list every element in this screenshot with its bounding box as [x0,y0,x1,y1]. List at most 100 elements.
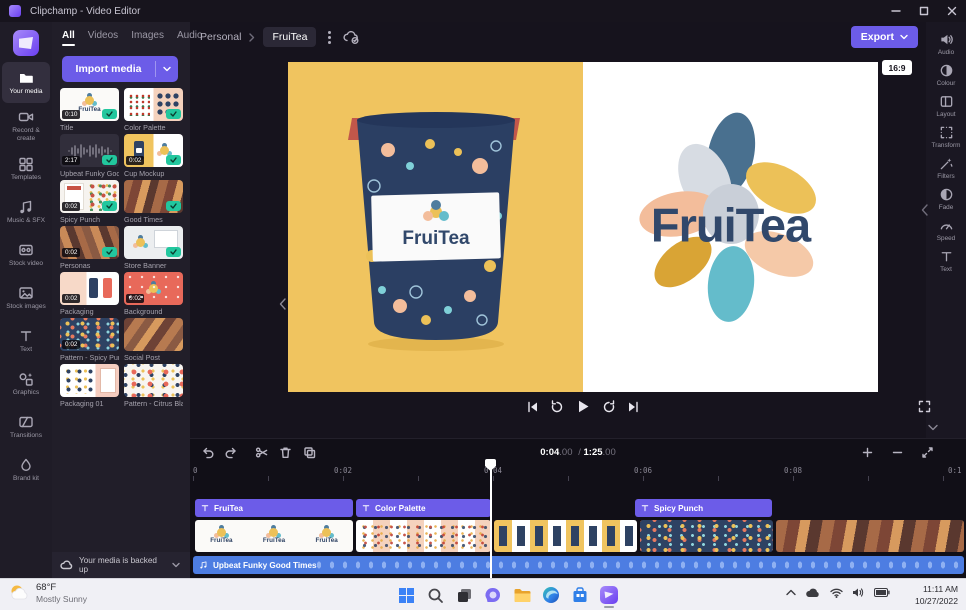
media-thumbnail[interactable]: 0:02 [60,226,119,259]
media-item-cup-mockup: 0:02 Cup Mockup [124,134,183,180]
zoom-out-button[interactable] [888,443,906,461]
text-clip-spicy-punch[interactable]: Spicy Punch [635,499,772,517]
zoom-in-button[interactable] [858,443,876,461]
taskbar-clock[interactable]: 11:11 AM 10/27/2022 [915,583,958,607]
properties-item-fade[interactable]: Fade [926,187,966,211]
video-clip-cup-mockup[interactable] [494,520,637,552]
video-clip-color-palette[interactable] [356,520,491,552]
media-thumbnail[interactable] [60,364,119,397]
properties-item-colour[interactable]: Colour [926,63,966,87]
rewind-one-second-button[interactable] [551,400,564,413]
text-clip-fruitea[interactable]: FruiTea [195,499,353,517]
sidebar-item-graphics[interactable]: Graphics [2,363,50,404]
sidebar-item-text[interactable]: Text [2,320,50,361]
backup-status-bar[interactable]: Your media is backed up [52,552,190,578]
timeline-time-display: 0:04.00 / 1:25.00 [540,447,615,458]
media-thumbnail[interactable] [124,364,183,397]
aspect-ratio-badge[interactable]: 16:9 [882,60,912,75]
media-thumbnail[interactable]: 2:17 [60,134,119,167]
media-thumbnail[interactable] [124,318,183,351]
wifi-icon[interactable] [830,588,843,598]
redo-button[interactable] [222,443,240,461]
delete-button[interactable] [276,443,294,461]
more-options-icon[interactable] [328,36,331,39]
edge-browser-button[interactable] [539,582,563,608]
collapse-media-panel-handle[interactable] [279,298,286,310]
media-thumbnail[interactable] [124,88,183,121]
microsoft-store-button[interactable] [568,582,592,608]
media-thumbnail[interactable]: 0:02 [60,272,119,305]
properties-item-audio[interactable]: Audio [926,32,966,56]
sidebar-item-your-media[interactable]: Your media [2,62,50,103]
duration-badge: 0:10 [62,110,80,119]
battery-icon[interactable] [874,588,890,597]
properties-item-filters[interactable]: Filters [926,156,966,180]
text-clip-color-palette[interactable]: Color Palette [356,499,491,517]
duration-badge: 2:17 [62,156,80,165]
properties-item-text[interactable]: Text [926,249,966,273]
file-explorer-button[interactable] [510,582,534,608]
media-thumbnail[interactable] [124,180,183,213]
search-button[interactable] [423,582,447,608]
volume-icon[interactable] [852,587,865,598]
skip-to-start-button[interactable] [527,401,539,413]
collapse-properties-handle[interactable] [921,204,928,216]
playhead-line[interactable] [490,468,492,582]
sidebar-item-music-sfx[interactable]: Music & SFX [2,191,50,232]
sidebar-item-transitions[interactable]: Transitions [2,406,50,447]
properties-item-layout[interactable]: Layout [926,94,966,118]
skip-to-end-button[interactable] [628,401,640,413]
collapse-timeline-button[interactable] [928,424,938,431]
chevron-down-icon[interactable] [156,66,178,72]
sidebar-item-brand-kit[interactable]: Brand kit [2,449,50,490]
taskbar-weather-widget[interactable]: 68°F Mostly Sunny [8,582,87,604]
import-media-button[interactable]: Import media [62,56,178,82]
audio-clip-upbeat-funky-good-times[interactable]: Upbeat Funky Good Times [193,556,964,574]
close-button[interactable] [938,0,966,22]
pattern-dots [63,367,93,394]
fullscreen-button[interactable] [918,400,931,413]
zoom-fit-button[interactable] [918,443,936,461]
tab-images[interactable]: Images [131,30,164,46]
camera-icon [18,109,34,125]
tab-videos[interactable]: Videos [88,30,118,46]
sidebar-item-record-create[interactable]: Record & create [2,105,50,146]
sidebar-item-stock-video[interactable]: Stock video [2,234,50,275]
media-thumbnail[interactable]: 0:02 [124,134,183,167]
onedrive-icon[interactable] [805,587,821,598]
timeline-ruler[interactable]: 0 0:02 0:04 0:06 0:08 0:1 [190,465,966,481]
media-thumbnail[interactable]: 0:02 [60,318,119,351]
tray-chevron-up-icon[interactable] [786,589,796,596]
project-name[interactable]: FruiTea [263,27,316,47]
properties-item-speed[interactable]: Speed [926,218,966,242]
clipchamp-logo-icon [9,5,21,17]
clipchamp-taskbar-button[interactable] [597,582,621,608]
video-clip-spicy-punch[interactable] [640,520,773,552]
tab-audio[interactable]: Audio [177,30,203,46]
tab-all[interactable]: All [62,30,75,46]
preview-canvas[interactable]: FruiTea FruiTea [288,62,878,392]
chevron-down-icon[interactable] [164,562,180,568]
minimize-button[interactable] [882,0,910,22]
media-thumbnail[interactable]: FruiTea 0:10 [60,88,119,121]
maximize-button[interactable] [910,0,938,22]
breadcrumb-root[interactable]: Personal [200,31,241,43]
task-view-button[interactable] [452,582,476,608]
duplicate-button[interactable] [300,443,318,461]
start-button[interactable] [394,582,418,608]
video-clip-good-times[interactable] [776,520,964,552]
undo-button[interactable] [198,443,216,461]
media-thumbnail[interactable]: 0:02 [124,272,183,305]
split-scissors-button[interactable] [252,443,270,461]
properties-item-transform[interactable]: Transform [926,125,966,149]
export-button[interactable]: Export [851,26,918,48]
video-clip-title[interactable]: FruiTea FruiTea FruiTea [195,520,353,552]
sidebar-item-stock-images[interactable]: Stock images [2,277,50,318]
cloud-saved-icon [343,30,360,44]
media-thumbnail[interactable]: 0:02 [60,180,119,213]
play-button[interactable] [576,399,591,414]
forward-one-second-button[interactable] [603,400,616,413]
sidebar-item-templates[interactable]: Templates [2,148,50,189]
chat-button[interactable] [481,582,505,608]
media-thumbnail[interactable] [124,226,183,259]
